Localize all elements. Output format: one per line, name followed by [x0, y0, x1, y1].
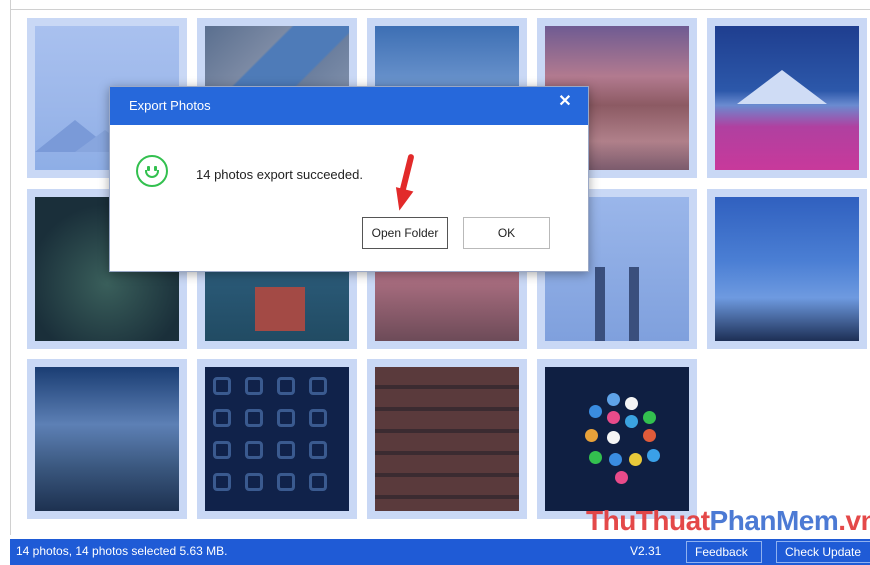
close-icon[interactable]: ✕: [552, 91, 578, 113]
version-label: V2.31: [630, 544, 662, 558]
photo-thumbnail: [545, 367, 689, 511]
window-border-top: [10, 9, 870, 10]
dialog-title-bar: Export Photos ✕: [110, 87, 588, 125]
check-update-button[interactable]: Check Update: [776, 541, 870, 563]
photo-tile[interactable]: [367, 359, 527, 519]
photo-thumbnail: [35, 367, 179, 511]
photo-tile[interactable]: [537, 359, 697, 519]
photo-thumbnail: [205, 367, 349, 511]
watermark: ThuThuatPhanMem.vn: [586, 505, 870, 537]
watermark-part3: .vn: [838, 505, 870, 536]
selection-summary: 14 photos, 14 photos selected 5.63 MB.: [16, 544, 228, 558]
feedback-button[interactable]: Feedback: [686, 541, 762, 563]
ok-button[interactable]: OK: [463, 217, 550, 249]
open-folder-button[interactable]: Open Folder: [362, 217, 448, 249]
photo-export-app: Export Photos ✕ 14 photos export succeed…: [0, 0, 870, 565]
watermark-part2: PhanMem: [709, 505, 839, 536]
photo-thumbnail: [375, 367, 519, 511]
window-border-left: [10, 0, 11, 535]
export-success-message: 14 photos export succeeded.: [196, 167, 363, 182]
status-bar: 14 photos, 14 photos selected 5.63 MB. V…: [10, 539, 870, 565]
photo-tile[interactable]: [27, 359, 187, 519]
smile-icon: [136, 155, 168, 187]
photo-thumbnail: [715, 26, 859, 170]
photo-tile[interactable]: [197, 359, 357, 519]
watermark-part1: ThuThuat: [586, 505, 710, 536]
dialog-title: Export Photos: [129, 98, 211, 113]
photo-thumbnail: [715, 197, 859, 341]
export-photos-dialog: Export Photos ✕ 14 photos export succeed…: [109, 86, 589, 272]
photo-tile[interactable]: [707, 18, 867, 178]
photo-tile[interactable]: [707, 189, 867, 349]
